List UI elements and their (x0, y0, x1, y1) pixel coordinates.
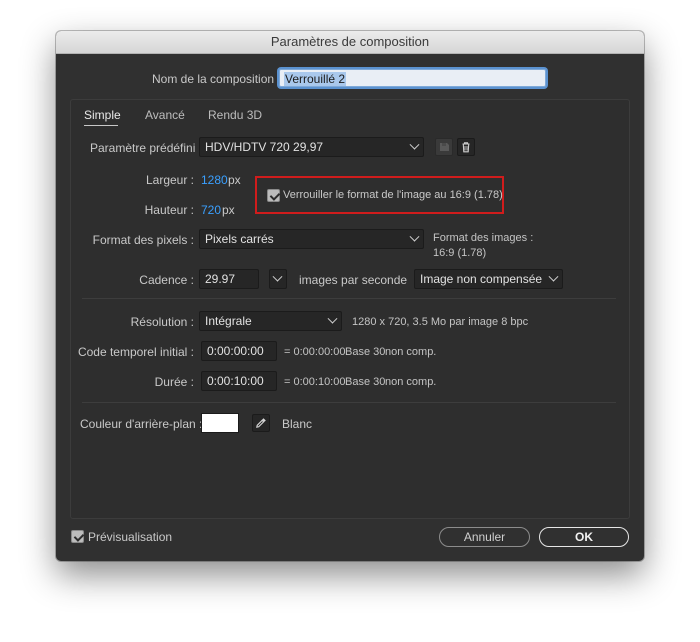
chevron-down-icon (327, 313, 338, 324)
start-timecode-comp: non comp. (385, 346, 437, 358)
background-color-swatch[interactable] (201, 413, 239, 433)
eyedropper-icon (256, 418, 266, 428)
preview-label[interactable]: Prévisualisation (88, 530, 172, 544)
pixel-aspect-label: Format des pixels : (92, 233, 194, 247)
start-timecode-base: Base 30 (345, 346, 386, 358)
duration-label: Durée : (154, 375, 194, 389)
width-label: Largeur : (145, 173, 194, 187)
composition-name-input[interactable]: Verrouillé 2 (279, 69, 546, 87)
pixel-aspect-dropdown[interactable]: Pixels carrés (199, 229, 424, 249)
frame-rate-menu-button[interactable] (269, 269, 287, 289)
height-unit: px (222, 203, 235, 217)
start-timecode-equals: = 0:00:00:00 (284, 346, 346, 358)
height-value[interactable]: 720 (201, 203, 221, 217)
resolution-label: Résolution : (130, 315, 194, 329)
frame-rate-input[interactable]: 29.97 (199, 269, 259, 289)
pixel-aspect-value: Pixels carrés (205, 232, 274, 246)
resolution-info: 1280 x 720, 3.5 Mo par image 8 bpc (352, 316, 529, 328)
width-unit: px (228, 173, 241, 187)
frame-rate-label: Cadence : (139, 273, 194, 287)
preset-label: Paramètre prédéfini : (90, 141, 203, 155)
frame-aspect-label: Format des images : (433, 232, 534, 244)
preset-dropdown[interactable]: HDV/HDTV 720 29,97 (199, 137, 424, 157)
lock-aspect-label[interactable]: Verrouiller le format de l'image au 16:9… (283, 189, 503, 201)
tab-simple[interactable]: Simple (84, 108, 121, 122)
dialog-title: Paramètres de composition (56, 31, 644, 54)
composition-name-value: Verrouillé 2 (284, 72, 347, 86)
chevron-down-icon (548, 271, 559, 282)
chevron-down-icon (409, 231, 420, 242)
drop-frame-dropdown[interactable]: Image non compensée (414, 269, 563, 289)
save-preset-icon[interactable] (435, 138, 453, 156)
tab-advanced[interactable]: Avancé (145, 108, 185, 122)
width-value[interactable]: 1280 (201, 173, 228, 187)
start-timecode-input[interactable]: 0:00:00:00 (201, 341, 277, 361)
duration-base: Base 30 (345, 376, 386, 388)
lock-aspect-checkbox[interactable] (267, 189, 280, 202)
height-label: Hauteur : (144, 203, 194, 217)
preset-value: HDV/HDTV 720 29,97 (205, 140, 324, 154)
background-color-label: Couleur d'arrière-plan : (80, 417, 203, 431)
divider (82, 298, 616, 299)
tab-3d-renderer[interactable]: Rendu 3D (208, 108, 262, 122)
eyedropper-button[interactable] (252, 414, 270, 432)
divider (82, 402, 616, 403)
delete-preset-button[interactable] (457, 138, 475, 156)
duration-comp: non comp. (385, 376, 437, 388)
active-tab-indicator (84, 125, 118, 126)
resolution-value: Intégrale (205, 314, 252, 328)
cancel-button[interactable]: Annuler (439, 527, 530, 547)
frame-aspect-value: 16:9 (1.78) (433, 247, 487, 259)
preview-checkbox[interactable] (71, 530, 84, 543)
composition-settings-dialog: Paramètres de composition Nom de la comp… (56, 31, 644, 561)
drop-frame-value: Image non compensée (420, 272, 543, 286)
chevron-down-icon (409, 139, 420, 150)
resolution-dropdown[interactable]: Intégrale (199, 311, 342, 331)
chevron-down-icon (272, 271, 283, 282)
trash-icon (462, 142, 470, 153)
settings-panel (70, 99, 630, 519)
frame-rate-unit: images par seconde (299, 273, 408, 287)
duration-input[interactable]: 0:00:10:00 (201, 371, 277, 391)
background-color-name: Blanc (282, 417, 313, 431)
duration-equals: = 0:00:10:00 (284, 376, 346, 388)
composition-name-label: Nom de la composition : (152, 72, 281, 86)
start-timecode-label: Code temporel initial : (77, 345, 194, 359)
ok-button[interactable]: OK (539, 527, 629, 547)
